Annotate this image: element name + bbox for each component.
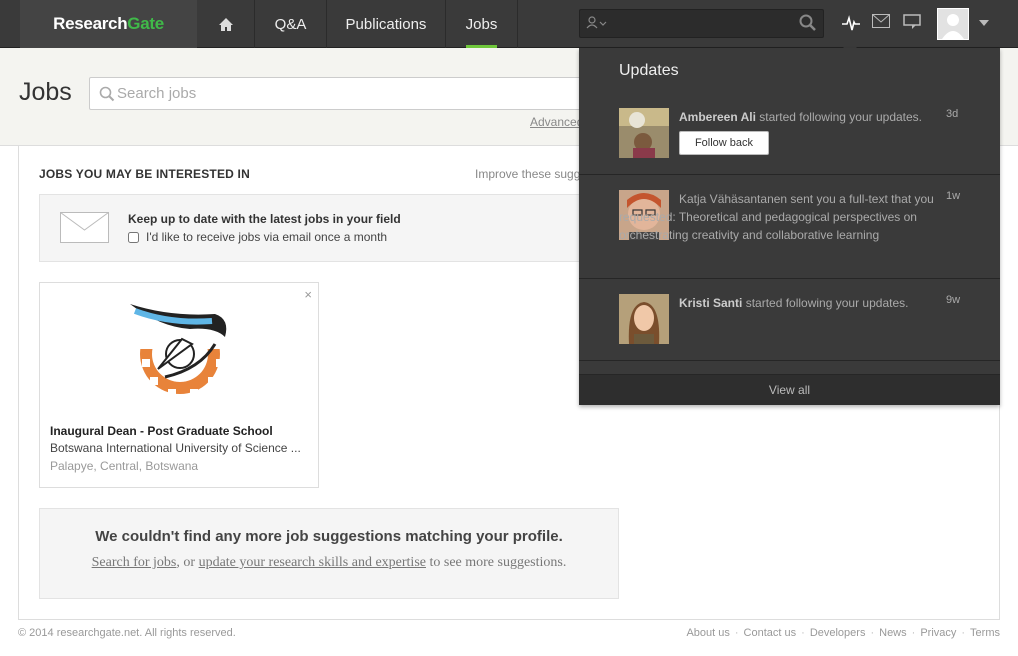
update-item[interactable]: Katja Vähäsantanen sent you a full-text … bbox=[579, 190, 1000, 279]
university-logo bbox=[120, 299, 235, 404]
follow-back-button[interactable]: Follow back bbox=[679, 131, 769, 155]
footer-link-about[interactable]: About us bbox=[686, 627, 729, 639]
footer-link-privacy[interactable]: Privacy bbox=[920, 627, 956, 639]
search-icon bbox=[99, 86, 115, 107]
email-alert-checkbox-label: I'd like to receive jobs via email once … bbox=[146, 230, 388, 244]
page-title: Jobs bbox=[19, 78, 72, 106]
update-item[interactable]: Ambereen Ali started following your upda… bbox=[579, 108, 1000, 175]
update-timestamp: 1w bbox=[946, 190, 961, 202]
update-timestamp: 9w bbox=[946, 294, 961, 306]
app-root: Research Gate Q&A Publications Jobs Jobs… bbox=[0, 0, 1018, 656]
copyright: © 2014 researchgate.net. All rights rese… bbox=[18, 627, 236, 639]
no-more-separator: , or bbox=[176, 555, 199, 570]
job-title[interactable]: Inaugural Dean - Post Graduate School bbox=[50, 424, 273, 438]
update-item[interactable]: Kristi Santi started following your upda… bbox=[579, 294, 1000, 361]
nav-tab-jobs[interactable]: Jobs bbox=[446, 0, 518, 48]
update-message: started following your updates. bbox=[755, 110, 923, 124]
top-navigation-bar: Research Gate Q&A Publications Jobs bbox=[0, 0, 1018, 48]
footer-link-news[interactable]: News bbox=[879, 627, 907, 639]
no-more-heading: We couldn't find any more job suggestion… bbox=[95, 528, 563, 545]
update-timestamp: 3d bbox=[946, 108, 959, 120]
user-filter-icon[interactable] bbox=[586, 16, 608, 33]
jobs-search-box[interactable] bbox=[89, 77, 609, 110]
job-organization: Botswana International University of Sci… bbox=[50, 441, 301, 455]
update-user-name[interactable]: Ambereen Ali bbox=[679, 110, 756, 124]
improve-suggestions-link[interactable]: Improve these sugg bbox=[475, 167, 580, 181]
view-all-updates-link[interactable]: View all bbox=[579, 374, 1000, 405]
no-more-tail: to see more suggestions. bbox=[425, 555, 567, 570]
update-skills-link[interactable]: update your research skills and expertis… bbox=[199, 555, 426, 570]
section-title: JOBS YOU MAY BE INTERESTED IN bbox=[39, 167, 250, 181]
search-icon[interactable] bbox=[799, 14, 817, 37]
job-card[interactable]: × Inaugural Dean - Post Graduate School … bbox=[39, 282, 319, 488]
email-alert-checkbox[interactable] bbox=[128, 231, 139, 243]
home-nav-button[interactable] bbox=[197, 0, 255, 48]
update-text: Kristi Santi started following your upda… bbox=[679, 294, 939, 312]
nav-tab-label: Q&A bbox=[274, 15, 307, 33]
global-search-input[interactable] bbox=[579, 9, 824, 38]
advanced-search-link[interactable]: Advanced bbox=[530, 115, 583, 129]
update-avatar[interactable] bbox=[619, 108, 669, 158]
nav-tab-publications[interactable]: Publications bbox=[327, 0, 446, 48]
search-for-jobs-link[interactable]: Search for jobs bbox=[92, 555, 177, 570]
footer-link-contact[interactable]: Contact us bbox=[744, 627, 797, 639]
jobs-search-input[interactable] bbox=[117, 85, 597, 102]
footer-links: About us · Contact us · Developers · News · … bbox=[686, 627, 1000, 639]
footer-link-developers[interactable]: Developers bbox=[810, 627, 866, 639]
nav-tab-qa[interactable]: Q&A bbox=[255, 0, 327, 48]
footer-separator: · bbox=[801, 627, 805, 639]
job-location: Palapye, Central, Botswana bbox=[50, 459, 199, 473]
dismiss-job-close-icon[interactable]: × bbox=[304, 287, 312, 302]
footer-link-terms[interactable]: Terms bbox=[970, 627, 1000, 639]
researchgate-logo[interactable]: Research Gate bbox=[20, 0, 197, 48]
avatar-silhouette-icon bbox=[938, 9, 968, 39]
logo-research-text: Research bbox=[53, 14, 128, 33]
footer-separator: · bbox=[911, 627, 916, 639]
no-more-suggestions-box: We couldn't find any more job suggestion… bbox=[39, 508, 619, 599]
update-avatar[interactable] bbox=[619, 294, 669, 344]
account-menu-chevron-down-icon[interactable] bbox=[979, 20, 989, 26]
update-text: Ambereen Ali started following your upda… bbox=[679, 108, 939, 126]
nav-tab-label: Publications bbox=[345, 15, 427, 33]
messages-envelope-icon[interactable] bbox=[872, 14, 890, 33]
update-user-name[interactable]: Kristi Santi bbox=[679, 296, 742, 310]
requests-chat-icon[interactable] bbox=[903, 14, 921, 35]
footer-separator: · bbox=[734, 627, 739, 639]
update-message: started following your updates. bbox=[742, 296, 909, 310]
logo-gate-text: Gate bbox=[127, 14, 164, 33]
envelope-icon bbox=[60, 212, 109, 248]
footer-separator: · bbox=[870, 627, 875, 639]
no-more-message: Search for jobs, or update your research… bbox=[40, 555, 618, 571]
email-alert-option[interactable]: I'd like to receive jobs via email once … bbox=[128, 230, 387, 244]
home-icon bbox=[218, 17, 233, 31]
update-text: Katja Vähäsantanen sent you a full-text … bbox=[619, 192, 934, 242]
user-avatar[interactable] bbox=[937, 8, 969, 40]
nav-tab-label: Jobs bbox=[465, 15, 498, 33]
updates-title: Updates bbox=[619, 62, 679, 79]
email-alert-title: Keep up to date with the latest jobs in … bbox=[128, 212, 401, 226]
job-email-alert-box: Keep up to date with the latest jobs in … bbox=[39, 194, 619, 262]
activity-pulse-icon[interactable] bbox=[842, 14, 860, 37]
updates-dropdown: Updates Ambereen Ali started following y… bbox=[579, 48, 1000, 405]
footer-separator: · bbox=[961, 627, 966, 639]
